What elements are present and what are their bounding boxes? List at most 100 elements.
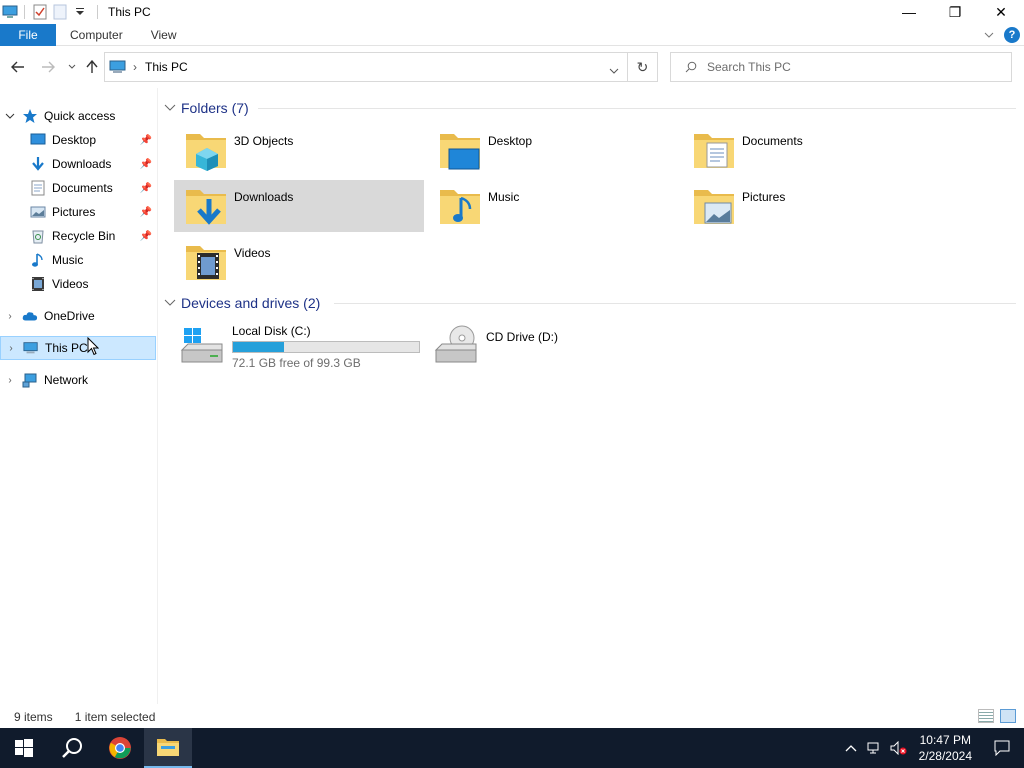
restore-button[interactable]: ❐ xyxy=(932,0,978,24)
volume-muted-icon[interactable] xyxy=(887,728,911,768)
chrome-taskbar-button[interactable] xyxy=(96,728,144,768)
network-status-icon[interactable] xyxy=(863,728,887,768)
large-icons-view-icon[interactable] xyxy=(1000,709,1016,723)
nav-quick-access[interactable]: Quick access xyxy=(4,104,160,128)
nav-label: Desktop xyxy=(52,133,97,147)
help-icon[interactable]: ? xyxy=(1004,27,1020,43)
folder-3d-objects[interactable]: 3D Objects xyxy=(174,124,424,176)
tab-computer[interactable]: Computer xyxy=(56,24,137,46)
file-explorer-icon xyxy=(157,739,179,756)
folder-name: Videos xyxy=(234,246,271,260)
breadcrumb-chevron-icon[interactable]: › xyxy=(133,60,137,74)
clock-date: 2/28/2024 xyxy=(918,749,972,763)
clock[interactable]: 10:47 PM 2/28/2024 xyxy=(919,732,972,764)
folder-pictures[interactable]: Pictures xyxy=(682,180,932,232)
videos-icon xyxy=(30,276,46,292)
details-view-icon[interactable] xyxy=(978,709,994,723)
drive-local-disk-c[interactable]: Local Disk (C:) 72.1 GB free of 99.3 GB xyxy=(174,320,424,370)
up-button[interactable] xyxy=(82,57,102,77)
pin-icon[interactable]: 📌 xyxy=(140,159,152,170)
drive-free-space: 72.1 GB free of 99.3 GB xyxy=(232,356,361,370)
status-item-count: 9 items xyxy=(14,710,53,724)
pin-icon[interactable]: 📌 xyxy=(140,207,152,218)
forward-button[interactable] xyxy=(38,57,58,77)
group-divider xyxy=(334,303,1016,304)
drive-cd-d[interactable]: CD Drive (D:) xyxy=(428,320,678,370)
nav-label: This PC xyxy=(45,341,88,355)
folder-documents[interactable]: Documents xyxy=(682,124,932,176)
refresh-button[interactable]: ↻ xyxy=(628,52,658,82)
search-placeholder[interactable]: Search This PC xyxy=(707,60,791,74)
file-explorer-taskbar-button[interactable] xyxy=(144,728,192,768)
nav-item-pictures[interactable]: Pictures 📌 xyxy=(30,200,156,224)
nav-item-recycle-bin[interactable]: Recycle Bin 📌 xyxy=(30,224,156,248)
action-center-icon[interactable] xyxy=(980,728,1024,768)
nav-item-desktop[interactable]: Desktop 📌 xyxy=(30,128,156,152)
group-header-devices[interactable]: Devices and drives (2) xyxy=(164,291,320,315)
nav-this-pc[interactable]: › This PC xyxy=(0,336,156,360)
computer-icon[interactable] xyxy=(2,4,18,20)
drive-name: Local Disk (C:) xyxy=(232,324,311,338)
expand-chevron-icon[interactable]: › xyxy=(4,311,16,322)
address-history-dropdown-icon[interactable] xyxy=(609,63,619,77)
tab-view[interactable]: View xyxy=(137,24,191,46)
nav-item-downloads[interactable]: Downloads 📌 xyxy=(30,152,156,176)
drive-info: Local Disk (C:) 72.1 GB free of 99.3 GB xyxy=(232,320,420,370)
new-folder-icon[interactable] xyxy=(51,3,69,21)
folder-music[interactable]: Music xyxy=(428,180,678,232)
documents-icon xyxy=(706,142,728,168)
group-header-folders[interactable]: Folders (7) xyxy=(164,96,249,120)
chrome-icon xyxy=(109,737,131,759)
windows-logo-icon xyxy=(15,739,33,757)
music-icon xyxy=(30,252,46,268)
nav-label: Recycle Bin xyxy=(52,229,116,243)
pin-icon[interactable]: 📌 xyxy=(140,231,152,242)
nav-item-music[interactable]: Music xyxy=(30,248,156,272)
start-button[interactable] xyxy=(0,728,48,768)
tab-file[interactable]: File xyxy=(0,23,56,46)
show-hidden-icons-chevron-icon[interactable] xyxy=(839,728,863,768)
pin-icon[interactable]: 📌 xyxy=(140,183,152,194)
pictures-icon xyxy=(30,204,46,220)
ribbon-tabs: File Computer View ? xyxy=(0,23,1024,46)
hard-drive-icon xyxy=(178,320,226,368)
status-bar: 9 items 1 item selected xyxy=(0,706,1024,728)
folder-name: Downloads xyxy=(234,190,294,204)
close-button[interactable]: ✕ xyxy=(978,0,1024,24)
expand-chevron-icon[interactable]: › xyxy=(4,375,16,386)
minimize-button[interactable]: — xyxy=(886,0,932,24)
group-title: Folders (7) xyxy=(181,100,249,116)
folder-icon xyxy=(690,126,738,174)
folder-videos[interactable]: Videos xyxy=(174,236,424,288)
properties-icon[interactable] xyxy=(31,3,49,21)
search-box[interactable]: Search This PC xyxy=(670,52,1012,82)
qat-divider xyxy=(24,5,25,19)
nav-item-documents[interactable]: Documents 📌 xyxy=(30,176,156,200)
nav-label: Videos xyxy=(52,277,89,291)
computer-icon xyxy=(109,60,127,74)
folder-icon xyxy=(436,126,484,174)
expand-ribbon-icon[interactable] xyxy=(984,29,994,41)
back-button[interactable] xyxy=(8,57,28,77)
3d-objects-icon xyxy=(196,148,218,171)
pin-icon[interactable]: 📌 xyxy=(140,135,152,146)
search-icon xyxy=(685,61,697,73)
folder-downloads[interactable]: Downloads xyxy=(174,180,424,232)
address-bar[interactable]: › This PC xyxy=(104,52,628,82)
folder-icon xyxy=(182,182,230,230)
nav-onedrive[interactable]: › OneDrive xyxy=(4,304,160,328)
breadcrumb-this-pc[interactable]: This PC xyxy=(145,60,188,74)
folder-icon xyxy=(182,238,230,286)
pane-divider[interactable] xyxy=(157,88,158,704)
folder-desktop[interactable]: Desktop xyxy=(428,124,678,176)
nav-item-videos[interactable]: Videos xyxy=(30,272,156,296)
view-toggle xyxy=(978,709,1016,723)
recent-locations-dropdown[interactable] xyxy=(62,57,82,77)
nav-network[interactable]: › Network xyxy=(4,368,160,392)
refresh-icon: ↻ xyxy=(636,58,649,75)
customize-qat-dropdown-icon[interactable] xyxy=(71,3,89,21)
expand-chevron-icon[interactable]: › xyxy=(5,343,17,354)
window-title: This PC xyxy=(108,5,151,19)
search-button[interactable] xyxy=(48,728,96,768)
collapse-chevron-icon[interactable] xyxy=(4,111,16,122)
